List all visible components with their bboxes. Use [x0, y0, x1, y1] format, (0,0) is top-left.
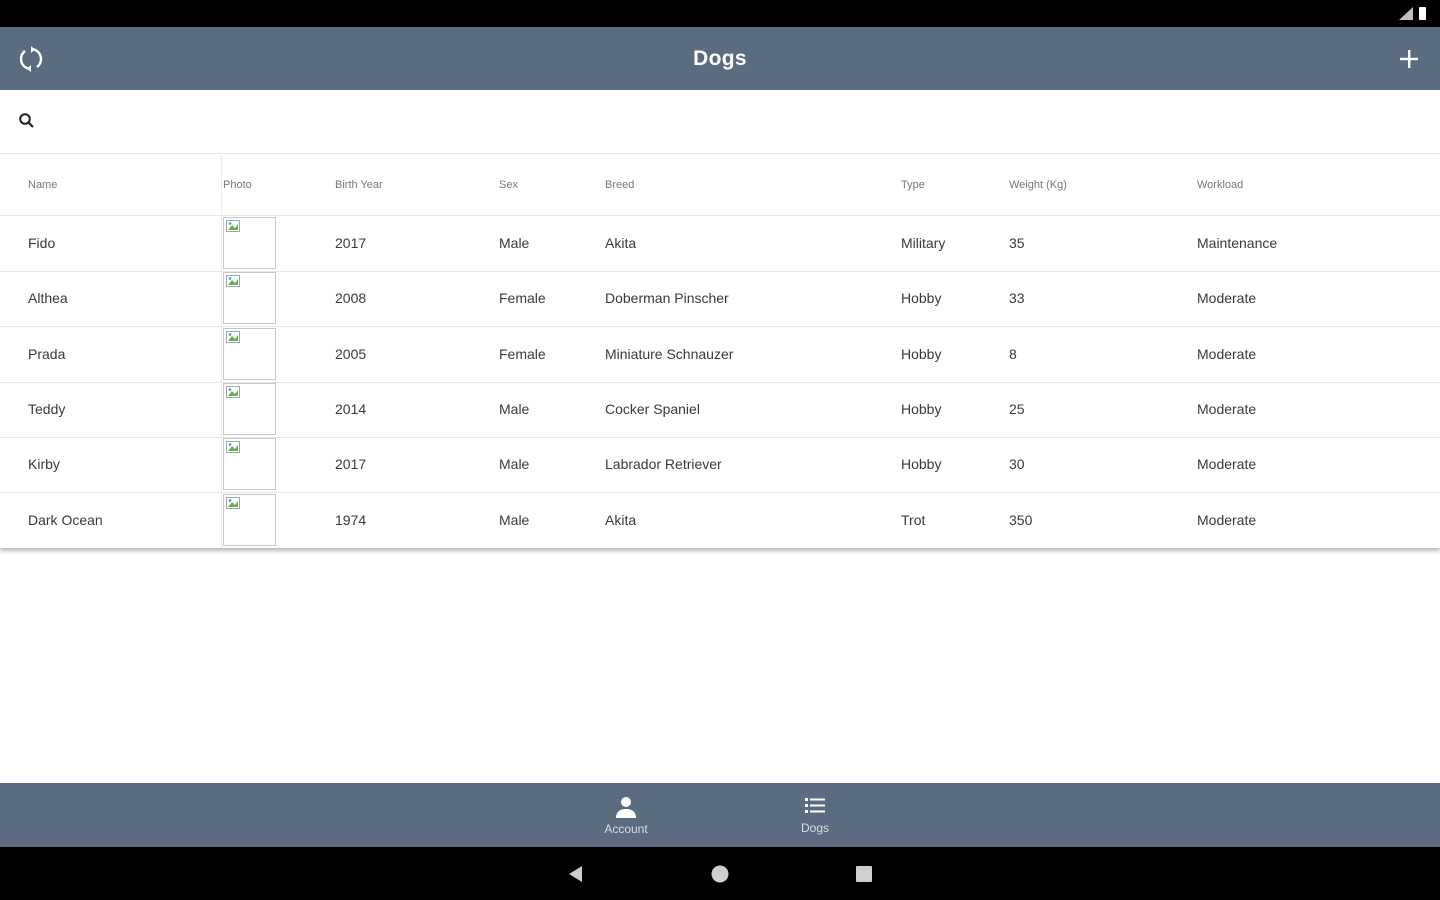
dog-photo [223, 438, 276, 491]
broken-image-icon [226, 275, 240, 288]
search-bar [0, 90, 1440, 154]
status-icons [1399, 7, 1426, 20]
column-header-type[interactable]: Type [901, 155, 925, 215]
recents-button[interactable] [844, 847, 884, 900]
cell-weight: 33 [1009, 290, 1025, 307]
nav-item-account[interactable]: Account [571, 783, 681, 847]
table-row[interactable]: Althea 2008 Female Doberman Pinscher Hobby 33… [0, 271, 1440, 328]
cell-type: Military [901, 235, 946, 251]
signal-icon [1399, 7, 1413, 20]
nav-label-dogs: Dogs [800, 820, 829, 835]
cell-breed: Akita [605, 511, 637, 528]
cell-sex: Female [499, 345, 546, 362]
cell-workload: Moderate [1197, 400, 1257, 417]
cell-type: Hobby [901, 456, 942, 473]
person-icon [616, 796, 636, 818]
broken-image-icon [226, 496, 240, 509]
cell-sex: Male [499, 511, 530, 528]
battery-icon [1419, 7, 1426, 20]
cell-breed: Akita [605, 235, 637, 251]
refresh-button[interactable] [14, 44, 48, 74]
cell-workload: Maintenance [1197, 235, 1278, 251]
list-icon [805, 797, 825, 813]
table-row[interactable]: Kirby 2017 Male Labrador Retriever Hobby 30 Mo… [0, 437, 1440, 494]
cell-sex: Female [499, 290, 546, 307]
home-circle-icon [711, 865, 729, 882]
cell-weight: 30 [1009, 456, 1025, 473]
dog-photo [223, 382, 276, 435]
column-header-name[interactable]: Name [28, 155, 57, 215]
dog-photo [223, 493, 276, 546]
cell-weight: 35 [1009, 235, 1025, 251]
cell-sex: Male [499, 400, 530, 417]
back-button[interactable] [556, 847, 596, 900]
cell-birth-year: 2008 [335, 290, 367, 307]
broken-image-icon [226, 385, 240, 398]
cell-weight: 350 [1009, 511, 1033, 528]
cell-breed: Doberman Pinscher [605, 290, 729, 307]
cell-type: Hobby [901, 290, 942, 307]
recents-square-icon [856, 865, 872, 882]
table-row[interactable]: Fido 2017 Male Akita Military 35 Maintenance [0, 216, 1440, 272]
column-header-workload[interactable]: Workload [1197, 155, 1243, 215]
cell-birth-year: 2005 [335, 345, 367, 362]
column-header-sex[interactable]: Sex [499, 155, 518, 215]
cell-name: Teddy [28, 400, 66, 417]
system-navigation-bar [0, 847, 1440, 900]
cell-birth-year: 2017 [335, 456, 367, 473]
cell-breed: Cocker Spaniel [605, 400, 700, 417]
cell-weight: 25 [1009, 400, 1025, 417]
home-button[interactable] [700, 847, 740, 900]
cell-workload: Moderate [1197, 290, 1257, 307]
table-header: Name Photo Birth Year Sex Breed Type Wei… [0, 155, 1440, 216]
broken-image-icon [226, 330, 240, 343]
cell-workload: Moderate [1197, 456, 1257, 473]
column-header-breed[interactable]: Breed [605, 155, 634, 215]
table-row[interactable]: Prada 2005 Female Miniature Schnauzer Hobby 8… [0, 327, 1440, 383]
cell-birth-year: 2014 [335, 400, 367, 417]
table-row[interactable]: Teddy 2014 Male Cocker Spaniel Hobby 25 Modera… [0, 382, 1440, 438]
nav-item-dogs[interactable]: Dogs [760, 783, 870, 847]
search-icon[interactable] [18, 112, 38, 132]
app-bar: Dogs [0, 27, 1440, 90]
column-header-birth-year[interactable]: Birth Year [335, 155, 383, 215]
back-triangle-icon [569, 865, 582, 882]
cell-name: Fido [28, 235, 56, 251]
broken-image-icon [226, 220, 240, 232]
cell-name: Althea [28, 290, 68, 307]
cell-type: Hobby [901, 400, 942, 417]
refresh-icon [19, 46, 43, 72]
add-dog-button[interactable] [1392, 44, 1426, 74]
broken-image-icon [226, 441, 240, 454]
cell-type: Hobby [901, 345, 942, 362]
dog-photo [223, 272, 276, 325]
search-input[interactable] [48, 102, 1422, 142]
cell-name: Kirby [28, 456, 60, 473]
dogs-table: Name Photo Birth Year Sex Breed Type Wei… [0, 155, 1440, 548]
column-header-photo[interactable]: Photo [223, 155, 252, 215]
cell-sex: Male [499, 456, 530, 473]
cell-birth-year: 2017 [335, 235, 367, 251]
cell-sex: Male [499, 235, 530, 251]
cell-type: Trot [901, 511, 926, 528]
cell-name: Prada [28, 345, 66, 362]
bottom-navigation: Account Dogs [0, 783, 1440, 847]
cell-breed: Labrador Retriever [605, 456, 722, 473]
cell-workload: Moderate [1197, 345, 1257, 362]
plus-icon [1400, 50, 1418, 68]
dog-photo [223, 327, 276, 380]
cell-weight: 8 [1009, 345, 1017, 362]
table-row[interactable]: Dark Ocean 1974 Male Akita Trot 350 Moderate [0, 493, 1440, 548]
cell-name: Dark Ocean [28, 511, 103, 528]
cell-birth-year: 1974 [335, 511, 367, 528]
page-title: Dogs [693, 46, 747, 70]
nav-label-account: Account [604, 821, 648, 836]
column-header-weight[interactable]: Weight (Kg) [1009, 155, 1067, 215]
status-bar [0, 0, 1440, 27]
dog-photo [223, 217, 276, 269]
cell-workload: Moderate [1197, 511, 1257, 528]
cell-breed: Miniature Schnauzer [605, 345, 734, 362]
